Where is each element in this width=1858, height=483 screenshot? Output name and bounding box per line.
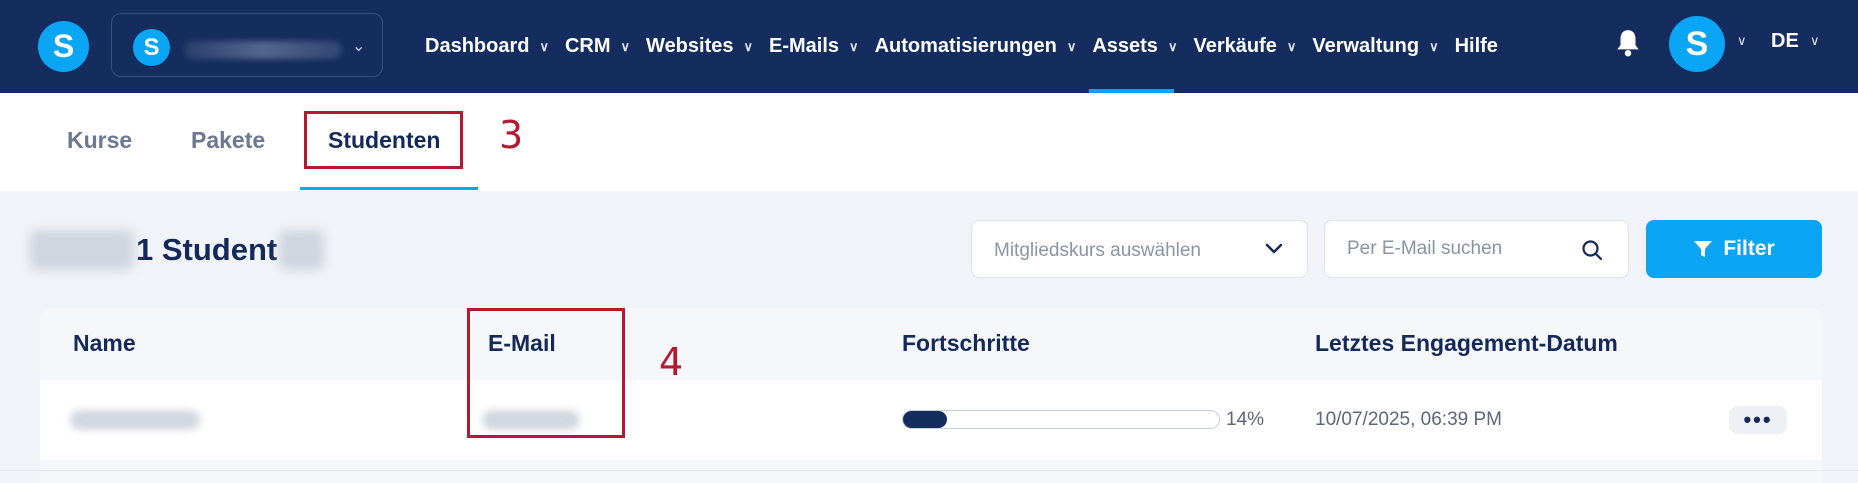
chevron-down-icon: ∨ <box>1429 38 1439 54</box>
nav-item-label: Verkäufe <box>1193 35 1277 57</box>
top-navigation-bar: S S ⌄ Dashboard ∨ CRM ∨ Websites ∨ E-Mails ∨… <box>0 0 1858 93</box>
progress-percent: 14% <box>1226 409 1265 430</box>
students-table: Name E-Mail Fortschritte Letztes Engagem… <box>40 308 1822 483</box>
filter-button-label: Filter <box>1723 237 1775 260</box>
nav-item-label: CRM <box>564 35 611 57</box>
annotation-box-tab <box>304 111 463 169</box>
bell-icon[interactable] <box>1615 28 1641 58</box>
nav-item-label: Hilfe <box>1454 35 1498 57</box>
course-select-placeholder: Mitgliedskurs auswählen <box>994 240 1201 261</box>
nav-item-automatisierungen[interactable]: Automatisierungen ∨ <box>875 0 1077 93</box>
nav-item-label: Automatisierungen <box>874 35 1057 57</box>
account-name-redacted <box>184 41 342 59</box>
nav-item-label: E-Mails <box>769 35 840 57</box>
divider <box>0 470 1858 471</box>
nav-item-websites[interactable]: Websites ∨ <box>646 0 753 93</box>
account-switcher[interactable]: S ⌄ <box>111 13 383 77</box>
progress-bar <box>902 410 1220 429</box>
chevron-down-icon <box>1265 243 1283 254</box>
tab-pakete[interactable]: Pakete <box>191 127 265 154</box>
chevron-down-icon: ⌄ <box>352 38 366 55</box>
email-search-input[interactable] <box>1347 238 1567 260</box>
row-actions-button[interactable]: ••• <box>1729 406 1787 434</box>
nav-item-label: Dashboard <box>425 35 530 57</box>
student-name-redacted <box>70 410 200 430</box>
course-select[interactable]: Mitgliedskurs auswählen <box>971 220 1308 278</box>
email-search-box <box>1324 220 1629 278</box>
column-header-last-engagement[interactable]: Letztes Engagement-Datum <box>1315 330 1618 357</box>
nav-item-verkaeufe[interactable]: Verkäufe ∨ <box>1193 0 1296 93</box>
language-selector[interactable]: DE <box>1771 30 1799 53</box>
annotation-box-email <box>467 308 625 438</box>
tab-kurse[interactable]: Kurse <box>67 127 132 154</box>
nav-item-hilfe[interactable]: Hilfe <box>1455 0 1498 93</box>
chevron-down-icon: ∨ <box>620 38 631 54</box>
annotation-number-tab: 3 <box>499 113 524 157</box>
table-row[interactable]: 14% 10/07/2025, 06:39 PM ••• <box>40 380 1822 460</box>
column-header-name[interactable]: Name <box>73 330 136 357</box>
redacted-text <box>30 230 134 270</box>
table-header: Name E-Mail Fortschritte Letztes Engagem… <box>40 308 1822 380</box>
chevron-down-icon: ∨ <box>1167 38 1178 54</box>
annotation-number-email: 4 <box>659 340 684 384</box>
nav-item-assets[interactable]: Assets ∨ <box>1089 0 1178 93</box>
column-header-progress[interactable]: Fortschritte <box>902 330 1030 357</box>
chevron-down-icon[interactable]: ∨ <box>1810 33 1820 49</box>
nav-item-crm[interactable]: CRM ∨ <box>565 0 630 93</box>
main-menu: Dashboard ∨ CRM ∨ Websites ∨ E-Mails ∨ Autom… <box>425 0 1514 93</box>
search-icon[interactable] <box>1580 238 1604 262</box>
nav-item-label: Assets <box>1092 35 1158 57</box>
progress-bar-fill <box>903 411 948 428</box>
account-avatar: S <box>133 29 170 66</box>
filter-button[interactable]: Filter <box>1646 220 1822 278</box>
nav-item-emails[interactable]: E-Mails ∨ <box>769 0 859 93</box>
assets-subtabs: Kurse Pakete Studenten 3 <box>0 93 1858 191</box>
active-tab-indicator <box>300 187 478 190</box>
filter-icon <box>1694 241 1713 257</box>
chevron-down-icon: ∨ <box>1066 38 1077 54</box>
student-count-label: 1 Student <box>136 232 278 267</box>
chevron-down-icon: ∨ <box>539 38 549 54</box>
nav-item-label: Websites <box>646 35 734 57</box>
nav-item-dashboard[interactable]: Dashboard ∨ <box>425 0 549 93</box>
nav-item-verwaltung[interactable]: Verwaltung ∨ <box>1312 0 1438 93</box>
chevron-down-icon: ∨ <box>743 38 754 54</box>
student-count-title: 1 Student <box>30 230 325 270</box>
redacted-text <box>279 230 325 270</box>
chevron-down-icon: ∨ <box>1286 38 1297 54</box>
chevron-down-icon[interactable]: ∨ <box>1737 33 1747 49</box>
last-engagement-date: 10/07/2025, 06:39 PM <box>1315 409 1502 430</box>
brand-logo[interactable]: S <box>38 21 89 72</box>
nav-item-label: Verwaltung <box>1312 35 1420 57</box>
chevron-down-icon: ∨ <box>849 38 859 54</box>
user-avatar[interactable]: S <box>1669 16 1725 72</box>
